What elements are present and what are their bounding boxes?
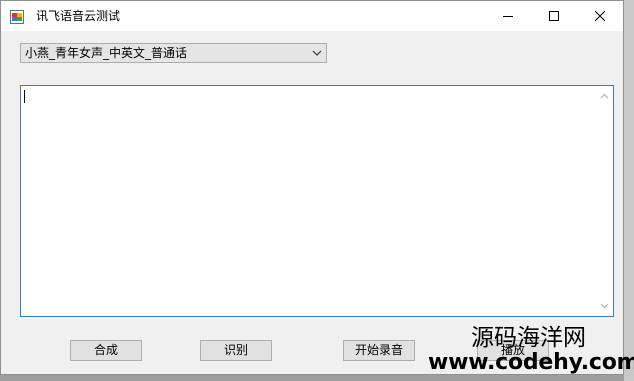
minimize-button[interactable] <box>485 1 531 31</box>
watermark-url: www.codehy.com <box>428 350 634 375</box>
recognize-button[interactable]: 识别 <box>200 340 272 361</box>
title-bar[interactable]: 讯飞语音云测试 <box>1 1 623 31</box>
background-edge <box>624 0 634 381</box>
maximize-button[interactable] <box>531 1 577 31</box>
synthesize-button[interactable]: 合成 <box>70 340 142 361</box>
scroll-up-icon[interactable] <box>600 93 609 99</box>
watermark: 源码海洋网 www.codehy.com <box>428 325 634 376</box>
maximize-icon <box>549 11 559 21</box>
voice-select-value: 小燕_青年女声_中英文_普通话 <box>25 46 188 60</box>
voice-select[interactable]: 小燕_青年女声_中英文_普通话 <box>20 43 327 63</box>
start-record-button[interactable]: 开始录音 <box>343 340 415 361</box>
text-caret <box>24 90 25 103</box>
main-window: 讯飞语音云测试 小燕_青年女声_中英文_普通话 合成 识别 开始录音 播放 <box>0 0 624 375</box>
window-title: 讯飞语音云测试 <box>36 9 121 23</box>
form-app-icon <box>10 9 24 24</box>
vertical-scrollbar[interactable] <box>596 86 613 316</box>
watermark-title: 源码海洋网 <box>471 325 586 351</box>
chevron-down-icon <box>312 50 322 56</box>
close-icon <box>595 11 605 21</box>
scroll-down-icon[interactable] <box>600 303 609 309</box>
close-button[interactable] <box>577 1 623 31</box>
minimize-icon <box>503 16 513 17</box>
text-input-area[interactable] <box>20 85 614 317</box>
